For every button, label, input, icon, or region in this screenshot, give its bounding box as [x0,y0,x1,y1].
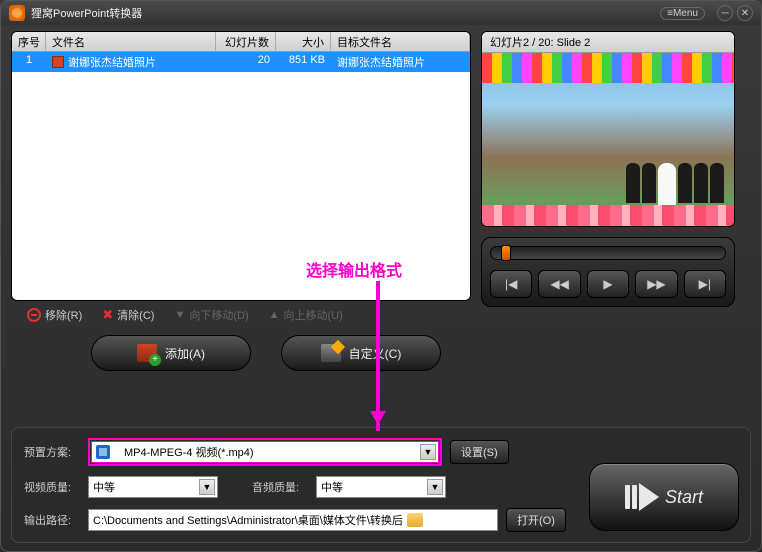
folder-icon[interactable] [407,513,423,527]
aq-label: 音频质量: [252,479,308,495]
col-name[interactable]: 文件名 [46,32,216,51]
cell-slides: 20 [216,52,276,72]
next-button[interactable]: ▶▶ [635,270,677,298]
settings-button[interactable]: 设置(S) [450,440,509,464]
file-actions: 移除(R) ✖清除(C) ▼向下移动(D) ▲向上移动(U) [11,301,471,329]
col-num[interactable]: 序号 [12,32,46,51]
close-button[interactable]: ✕ [737,5,753,21]
cell-num: 1 [12,52,46,72]
col-out[interactable]: 目标文件名 [331,32,470,51]
cell-out: 谢娜张杰结婚照片 [331,52,470,72]
file-list-header: 序号 文件名 幻灯片数 大小 目标文件名 [12,32,470,52]
remove-icon [27,308,41,322]
cell-size: 851 KB [276,52,331,72]
start-button[interactable]: Start [589,463,739,531]
col-slides[interactable]: 幻灯片数 [216,32,276,51]
preview-panel: 幻灯片2 / 20: Slide 2 |◀ ◀◀ ▶ ▶▶ ▶| [481,31,735,329]
menu-button[interactable]: ≡Menu [660,7,705,20]
prev-button[interactable]: ◀◀ [538,270,580,298]
moveup-button[interactable]: ▲向上移动(U) [269,307,343,323]
app-logo-icon [9,5,25,21]
preset-label: 预置方案: [24,444,80,460]
last-button[interactable]: ▶| [684,270,726,298]
remove-button[interactable]: 移除(R) [27,307,82,323]
titlebar: 狸窝PowerPoint转换器 ≡Menu ─ ✕ [1,1,761,25]
add-icon [137,344,157,362]
clear-button[interactable]: ✖清除(C) [102,307,154,323]
output-label: 输出路径: [24,512,80,528]
chevron-down-icon: ▼ [427,479,443,495]
table-row[interactable]: 1 谢娜张杰结婚照片 20 851 KB 谢娜张杰结婚照片 [12,52,470,72]
preview-slider[interactable] [490,246,726,260]
output-path-field[interactable]: C:\Documents and Settings\Administrator\… [88,509,498,531]
first-button[interactable]: |◀ [490,270,532,298]
slider-knob[interactable] [501,245,511,261]
format-icon [96,445,110,459]
audio-quality-select[interactable]: 中等▼ [316,476,446,498]
app-title: 狸窝PowerPoint转换器 [31,5,660,21]
movedown-button[interactable]: ▼向下移动(D) [174,307,248,323]
preset-select[interactable]: MP4-MPEG-4 视频(*.mp4)▼ [91,441,439,463]
video-quality-select[interactable]: 中等▼ [88,476,218,498]
add-button[interactable]: 添加(A) [91,335,251,371]
col-size[interactable]: 大小 [276,32,331,51]
file-list: 序号 文件名 幻灯片数 大小 目标文件名 1 谢娜张杰结婚照片 20 851 K… [11,31,471,301]
chevron-down-icon: ▼ [199,479,215,495]
down-icon: ▼ [174,309,185,321]
customize-icon [321,344,341,362]
cell-name: 谢娜张杰结婚照片 [46,52,216,72]
clear-icon: ✖ [102,307,113,323]
open-button[interactable]: 打开(O) [506,508,566,532]
chevron-down-icon: ▼ [420,444,436,460]
play-button[interactable]: ▶ [587,270,629,298]
ppt-icon [52,56,64,68]
vq-label: 视频质量: [24,479,80,495]
preview-controls: |◀ ◀◀ ▶ ▶▶ ▶| [481,237,735,307]
customize-button[interactable]: 自定义(C) [281,335,441,371]
preview-image [482,53,734,227]
minimize-button[interactable]: ─ [717,5,733,21]
start-icon [625,483,659,511]
up-icon: ▲ [269,309,280,321]
preview-title: 幻灯片2 / 20: Slide 2 [482,32,734,53]
